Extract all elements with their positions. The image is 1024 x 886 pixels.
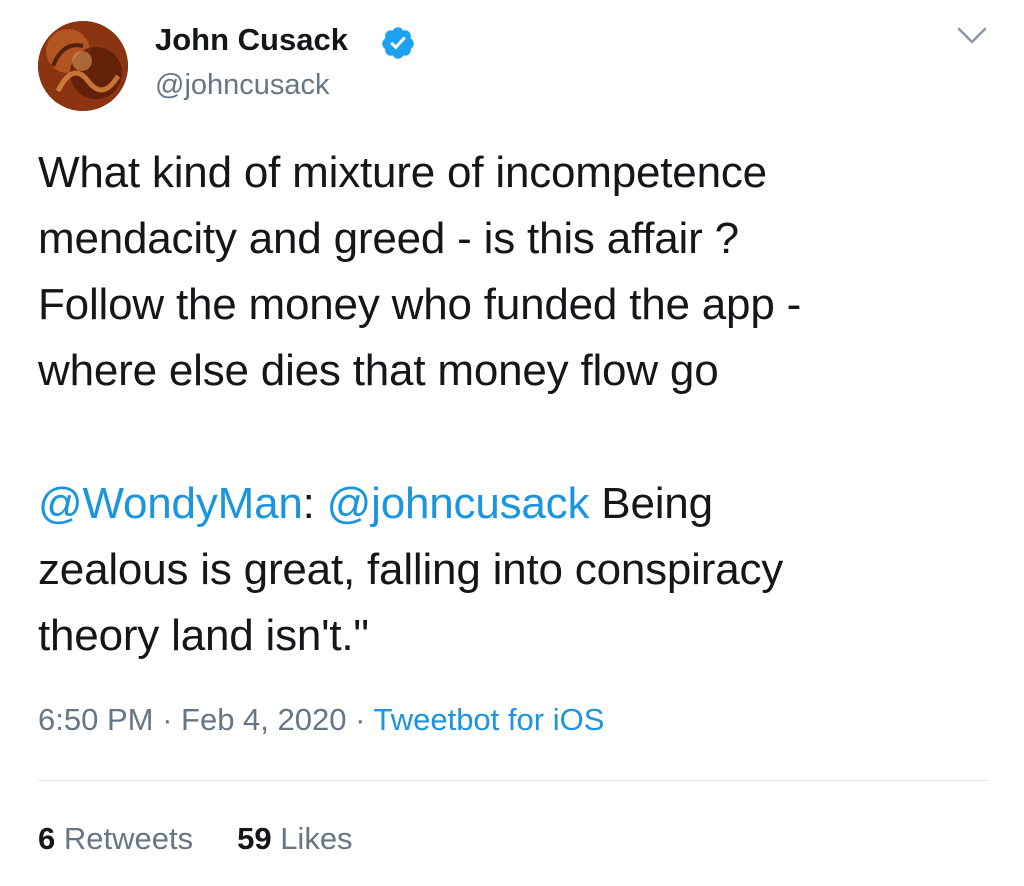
quote-line: @WondyMan: @johncusack Being xyxy=(38,471,998,537)
quote-line: zealous is great, falling into conspirac… xyxy=(38,545,784,594)
retweets-label: Retweets xyxy=(55,821,194,856)
retweets-stat[interactable]: 6 Retweets xyxy=(38,821,193,856)
tweet-line: Follow the money who funded the app - xyxy=(38,280,802,329)
likes-label: Likes xyxy=(271,821,353,856)
retweets-count: 6 xyxy=(38,821,56,856)
quote-text: Being xyxy=(589,479,713,528)
likes-stat[interactable]: 59 Likes xyxy=(237,821,352,856)
display-name[interactable]: John Cusack xyxy=(155,22,348,58)
timestamp-date[interactable]: Feb 4, 2020 xyxy=(181,702,346,737)
tweet-line: What kind of mixture of incompetence xyxy=(38,148,767,197)
timestamp-time[interactable]: 6:50 PM xyxy=(38,702,153,737)
tweet-line: where else dies that money flow go xyxy=(38,346,719,395)
tweet-card: John Cusack @johncusack What kind of mix… xyxy=(0,0,1024,886)
avatar[interactable] xyxy=(38,21,128,111)
tweet-line: mendacity and greed - is this affair ? xyxy=(38,214,739,263)
tweet-stats: 6 Retweets 59 Likes xyxy=(38,821,353,857)
verified-badge-icon xyxy=(382,27,414,59)
divider xyxy=(38,780,988,781)
meta-separator: · xyxy=(153,702,182,737)
tweet-text: What kind of mixture of incompetence men… xyxy=(38,140,998,669)
source-link[interactable]: Tweetbot for iOS xyxy=(373,702,604,737)
tweet-meta: 6:50 PM · Feb 4, 2020 · Tweetbot for iOS xyxy=(38,702,604,738)
mention-link[interactable]: @johncusack xyxy=(327,479,590,528)
quote-colon: : xyxy=(302,479,327,528)
likes-count: 59 xyxy=(237,821,272,856)
mention-link[interactable]: @WondyMan xyxy=(38,479,303,528)
chevron-down-icon[interactable] xyxy=(956,25,988,47)
meta-separator: · xyxy=(346,702,374,737)
handle[interactable]: @johncusack xyxy=(155,69,330,102)
avatar-image xyxy=(38,21,128,111)
quote-line: theory land isn't." xyxy=(38,611,369,660)
